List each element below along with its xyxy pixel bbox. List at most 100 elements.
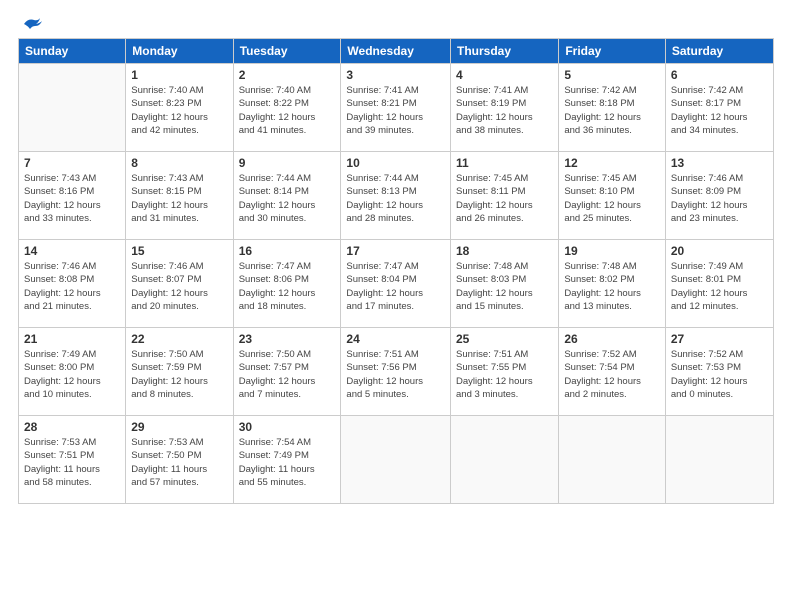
logo-bird-icon xyxy=(20,16,42,34)
day-info: Sunrise: 7:46 AMSunset: 8:08 PMDaylight:… xyxy=(24,260,120,313)
table-row xyxy=(665,416,773,504)
table-row: 16Sunrise: 7:47 AMSunset: 8:06 PMDayligh… xyxy=(233,240,341,328)
day-info: Sunrise: 7:45 AMSunset: 8:10 PMDaylight:… xyxy=(564,172,660,225)
day-info: Sunrise: 7:47 AMSunset: 8:06 PMDaylight:… xyxy=(239,260,336,313)
col-header-thursday: Thursday xyxy=(451,39,559,64)
calendar-week-row: 7Sunrise: 7:43 AMSunset: 8:16 PMDaylight… xyxy=(19,152,774,240)
col-header-friday: Friday xyxy=(559,39,666,64)
day-info: Sunrise: 7:50 AMSunset: 7:57 PMDaylight:… xyxy=(239,348,336,401)
col-header-tuesday: Tuesday xyxy=(233,39,341,64)
day-info: Sunrise: 7:43 AMSunset: 8:15 PMDaylight:… xyxy=(131,172,227,225)
day-number: 12 xyxy=(564,156,660,170)
table-row: 18 Sunrise: 7:48 AMSunset: 8:03 PMDayligh… xyxy=(451,240,559,328)
day-number: 1 xyxy=(131,68,227,82)
day-info: Sunrise: 7:53 AMSunset: 7:51 PMDaylight:… xyxy=(24,436,120,489)
table-row: 4 Sunrise: 7:41 AMSunset: 8:19 PMDaylight… xyxy=(451,64,559,152)
day-info: Sunrise: 7:40 AMSunset: 8:23 PMDaylight:… xyxy=(131,84,227,137)
day-number: 6 xyxy=(671,68,768,82)
day-number: 13 xyxy=(671,156,768,170)
table-row: 10 Sunrise: 7:44 AMSunset: 8:13 PMDayligh… xyxy=(341,152,451,240)
logo xyxy=(18,18,42,30)
day-number: 25 xyxy=(456,332,553,346)
calendar-week-row: 14 Sunrise: 7:46 AMSunset: 8:08 PMDayligh… xyxy=(19,240,774,328)
day-info: Sunrise: 7:52 AMSunset: 7:54 PMDaylight:… xyxy=(564,348,660,401)
table-row: 14 Sunrise: 7:46 AMSunset: 8:08 PMDayligh… xyxy=(19,240,126,328)
calendar-header-row: SundayMondayTuesdayWednesdayThursdayFrid… xyxy=(19,39,774,64)
day-info: Sunrise: 7:46 AMSunset: 8:07 PMDaylight:… xyxy=(131,260,227,313)
table-row: 27Sunrise: 7:52 AMSunset: 7:53 PMDayligh… xyxy=(665,328,773,416)
day-number: 15 xyxy=(131,244,227,258)
day-number: 11 xyxy=(456,156,553,170)
table-row: 30 Sunrise: 7:54 AMSunset: 7:49 PMDayligh… xyxy=(233,416,341,504)
table-row: 22 Sunrise: 7:50 AMSunset: 7:59 PMDayligh… xyxy=(126,328,233,416)
day-number: 28 xyxy=(24,420,120,434)
day-number: 8 xyxy=(131,156,227,170)
day-number: 5 xyxy=(564,68,660,82)
calendar-table: SundayMondayTuesdayWednesdayThursdayFrid… xyxy=(18,38,774,504)
day-info: Sunrise: 7:51 AMSunset: 7:55 PMDaylight:… xyxy=(456,348,553,401)
table-row: 9 Sunrise: 7:44 AMSunset: 8:14 PMDaylight… xyxy=(233,152,341,240)
day-info: Sunrise: 7:52 AMSunset: 7:53 PMDaylight:… xyxy=(671,348,768,401)
table-row: 13 Sunrise: 7:46 AMSunset: 8:09 PMDayligh… xyxy=(665,152,773,240)
col-header-saturday: Saturday xyxy=(665,39,773,64)
table-row: 15 Sunrise: 7:46 AMSunset: 8:07 PMDayligh… xyxy=(126,240,233,328)
day-number: 3 xyxy=(346,68,445,82)
day-number: 9 xyxy=(239,156,336,170)
table-row: 8 Sunrise: 7:43 AMSunset: 8:15 PMDaylight… xyxy=(126,152,233,240)
day-number: 14 xyxy=(24,244,120,258)
day-info: Sunrise: 7:41 AMSunset: 8:19 PMDaylight:… xyxy=(456,84,553,137)
table-row: 2Sunrise: 7:40 AMSunset: 8:22 PMDaylight… xyxy=(233,64,341,152)
table-row: 3Sunrise: 7:41 AMSunset: 8:21 PMDaylight… xyxy=(341,64,451,152)
table-row: 5Sunrise: 7:42 AMSunset: 8:18 PMDaylight… xyxy=(559,64,666,152)
table-row: 11Sunrise: 7:45 AMSunset: 8:11 PMDayligh… xyxy=(451,152,559,240)
day-info: Sunrise: 7:53 AMSunset: 7:50 PMDaylight:… xyxy=(131,436,227,489)
day-number: 2 xyxy=(239,68,336,82)
table-row: 1 Sunrise: 7:40 AMSunset: 8:23 PMDaylight… xyxy=(126,64,233,152)
day-number: 26 xyxy=(564,332,660,346)
day-info: Sunrise: 7:49 AMSunset: 8:01 PMDaylight:… xyxy=(671,260,768,313)
day-info: Sunrise: 7:54 AMSunset: 7:49 PMDaylight:… xyxy=(239,436,336,489)
table-row xyxy=(451,416,559,504)
day-info: Sunrise: 7:49 AMSunset: 8:00 PMDaylight:… xyxy=(24,348,120,401)
table-row: 12 Sunrise: 7:45 AMSunset: 8:10 PMDayligh… xyxy=(559,152,666,240)
day-info: Sunrise: 7:44 AMSunset: 8:13 PMDaylight:… xyxy=(346,172,445,225)
day-number: 30 xyxy=(239,420,336,434)
day-number: 22 xyxy=(131,332,227,346)
table-row: 19 Sunrise: 7:48 AMSunset: 8:02 PMDayligh… xyxy=(559,240,666,328)
page: SundayMondayTuesdayWednesdayThursdayFrid… xyxy=(0,0,792,612)
calendar-week-row: 21 Sunrise: 7:49 AMSunset: 8:00 PMDayligh… xyxy=(19,328,774,416)
day-number: 7 xyxy=(24,156,120,170)
day-number: 10 xyxy=(346,156,445,170)
day-number: 29 xyxy=(131,420,227,434)
table-row: 28 Sunrise: 7:53 AMSunset: 7:51 PMDayligh… xyxy=(19,416,126,504)
day-info: Sunrise: 7:48 AMSunset: 8:03 PMDaylight:… xyxy=(456,260,553,313)
day-number: 4 xyxy=(456,68,553,82)
day-info: Sunrise: 7:50 AMSunset: 7:59 PMDaylight:… xyxy=(131,348,227,401)
day-info: Sunrise: 7:51 AMSunset: 7:56 PMDaylight:… xyxy=(346,348,445,401)
table-row: 24 Sunrise: 7:51 AMSunset: 7:56 PMDayligh… xyxy=(341,328,451,416)
day-info: Sunrise: 7:48 AMSunset: 8:02 PMDaylight:… xyxy=(564,260,660,313)
day-number: 21 xyxy=(24,332,120,346)
day-number: 17 xyxy=(346,244,445,258)
table-row xyxy=(559,416,666,504)
table-row: 7Sunrise: 7:43 AMSunset: 8:16 PMDaylight… xyxy=(19,152,126,240)
day-number: 23 xyxy=(239,332,336,346)
table-row: 26 Sunrise: 7:52 AMSunset: 7:54 PMDayligh… xyxy=(559,328,666,416)
table-row: 21 Sunrise: 7:49 AMSunset: 8:00 PMDayligh… xyxy=(19,328,126,416)
table-row: 23 Sunrise: 7:50 AMSunset: 7:57 PMDayligh… xyxy=(233,328,341,416)
calendar-week-row: 28 Sunrise: 7:53 AMSunset: 7:51 PMDayligh… xyxy=(19,416,774,504)
day-number: 18 xyxy=(456,244,553,258)
table-row: 17 Sunrise: 7:47 AMSunset: 8:04 PMDayligh… xyxy=(341,240,451,328)
day-number: 19 xyxy=(564,244,660,258)
header xyxy=(18,18,774,30)
table-row xyxy=(19,64,126,152)
day-info: Sunrise: 7:47 AMSunset: 8:04 PMDaylight:… xyxy=(346,260,445,313)
table-row: 25 Sunrise: 7:51 AMSunset: 7:55 PMDayligh… xyxy=(451,328,559,416)
day-info: Sunrise: 7:44 AMSunset: 8:14 PMDaylight:… xyxy=(239,172,336,225)
table-row xyxy=(341,416,451,504)
day-number: 20 xyxy=(671,244,768,258)
day-info: Sunrise: 7:46 AMSunset: 8:09 PMDaylight:… xyxy=(671,172,768,225)
col-header-sunday: Sunday xyxy=(19,39,126,64)
col-header-wednesday: Wednesday xyxy=(341,39,451,64)
day-number: 24 xyxy=(346,332,445,346)
